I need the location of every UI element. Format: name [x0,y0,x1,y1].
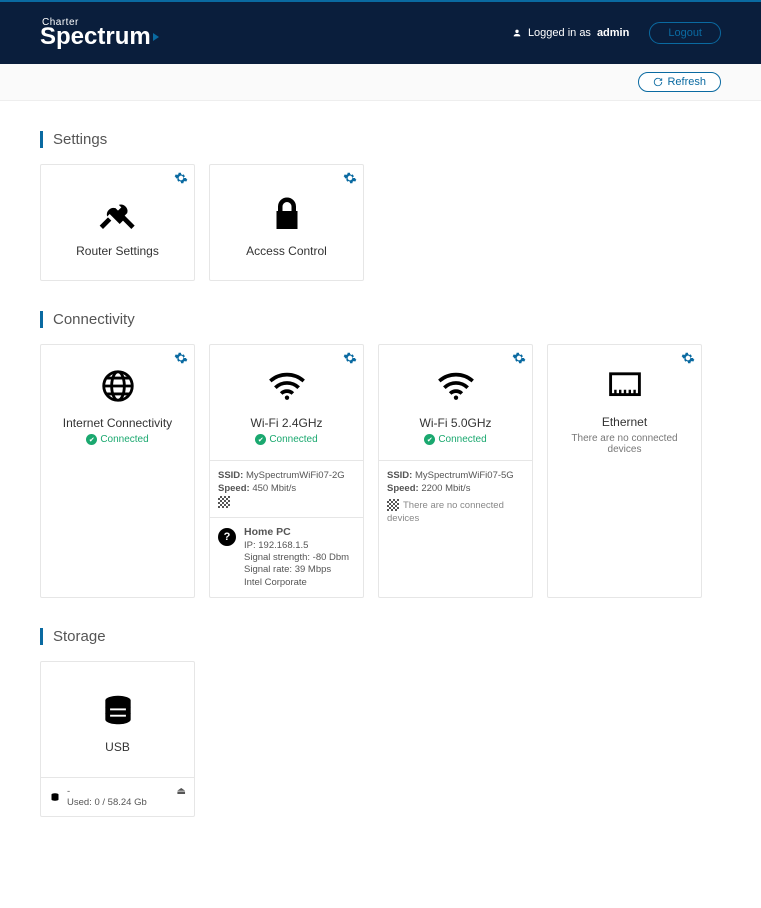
card-title: Ethernet [602,415,647,429]
device-info: Home PC IP: 192.168.1.5 Signal strength:… [244,526,349,589]
logo-bottom: Spectrum [40,27,159,47]
device-vendor: Intel Corporate [244,577,349,589]
speed-label: Speed: [387,483,419,494]
topbar: Charter Spectrum Logged in as admin Logo… [0,0,761,64]
eject-icon[interactable]: ⏏ [177,786,186,797]
speed-value: 2200 Mbit/s [421,483,470,494]
section-title-connectivity: Connectivity [40,311,721,328]
gear-icon[interactable] [343,351,357,365]
card-main: Ethernet There are no connected devices [548,345,701,469]
wifi24-details: SSID: MySpectrumWiFi07-2G Speed: 450 Mbi… [210,460,363,517]
settings-cards: Router Settings Access Control [40,164,721,281]
login-user: admin [597,27,629,39]
storage-cards: USB - Used: 0 / 58.24 Gb ⏏ [40,661,721,817]
status-badge: Connected [424,434,486,445]
content: Settings Router Settings [0,101,761,877]
unknown-device-icon: ? [218,528,236,546]
card-usb[interactable]: USB - Used: 0 / 58.24 Gb ⏏ [40,661,195,817]
topbar-right: Logged in as admin Logout [512,22,721,44]
card-title: Router Settings [76,244,159,258]
gear-icon[interactable] [512,351,526,365]
card-main: Wi-Fi 2.4GHz Connected [210,345,363,460]
qr-icon[interactable] [218,496,230,508]
ethernet-icon [605,365,645,405]
speed-value: 450 Mbit/s [252,483,296,494]
card-access-control[interactable]: Access Control [209,164,364,281]
gear-icon[interactable] [343,171,357,185]
ssid-label: SSID: [387,470,412,481]
speed-label: Speed: [218,483,250,494]
section-storage: Storage USB - Used: 0 / 58.24 Gb [40,628,721,817]
tools-icon [98,194,138,234]
section-settings: Settings Router Settings [40,131,721,281]
gear-icon[interactable] [174,351,188,365]
ssid-value: MySpectrumWiFi07-5G [415,470,514,481]
subbar: Refresh [0,64,761,101]
card-wifi-24[interactable]: Wi-Fi 2.4GHz Connected SSID: MySpectrumW… [209,344,364,598]
gear-icon[interactable] [681,351,695,365]
card-title: Wi-Fi 5.0GHz [420,416,492,430]
usb-name: - [67,786,147,797]
device-signal-strength: Signal strength: -80 Dbm [244,552,349,564]
card-main: Wi-Fi 5.0GHz Connected [379,345,532,460]
card-title: Access Control [246,244,327,258]
logo: Charter Spectrum [40,19,159,48]
login-info: Logged in as admin [512,27,629,39]
card-wifi-50[interactable]: Wi-Fi 5.0GHz Connected SSID: MySpectrumW… [378,344,533,598]
card-ethernet[interactable]: Ethernet There are no connected devices [547,344,702,598]
logo-triangle-icon [153,33,159,41]
usb-used: Used: 0 / 58.24 Gb [67,797,147,808]
card-title: Wi-Fi 2.4GHz [251,416,323,430]
qr-icon[interactable] [387,499,399,511]
no-devices-text: There are no connected devices [387,500,504,524]
refresh-button[interactable]: Refresh [638,72,721,92]
login-prefix: Logged in as [528,27,591,39]
globe-icon [99,366,137,406]
card-internet[interactable]: Internet Connectivity Connected [40,344,195,598]
card-main: Internet Connectivity Connected [41,345,194,460]
card-main: Access Control [210,165,363,280]
status-badge: Connected [255,434,317,445]
connectivity-cards: Internet Connectivity Connected Wi-Fi 2.… [40,344,721,598]
user-icon [512,28,522,38]
logout-button[interactable]: Logout [649,22,721,44]
device-signal-rate: Signal rate: 39 Mbps [244,564,349,576]
ssid-value: MySpectrumWiFi07-2G [246,470,345,481]
card-main: USB [41,662,194,777]
device-ip-label: IP: [244,540,256,551]
ssid-label: SSID: [218,470,243,481]
section-connectivity: Connectivity Internet Connectivity Conne… [40,311,721,598]
card-title: Internet Connectivity [63,416,172,430]
disk-icon [49,791,61,803]
no-devices-text: There are no connected devices [556,433,693,455]
wifi-icon [267,366,307,406]
gear-icon[interactable] [174,171,188,185]
device-item[interactable]: ? Home PC IP: 192.168.1.5 Signal strengt… [210,517,363,597]
status-badge: Connected [86,434,148,445]
refresh-icon [653,77,663,87]
refresh-label: Refresh [667,76,706,88]
device-name: Home PC [244,526,349,540]
section-title-settings: Settings [40,131,721,148]
device-ip: 192.168.1.5 [258,540,308,551]
lock-icon [269,194,305,234]
usb-info: - Used: 0 / 58.24 Gb [67,786,147,808]
section-title-storage: Storage [40,628,721,645]
usb-details: - Used: 0 / 58.24 Gb ⏏ [41,777,194,816]
card-main: Router Settings [41,165,194,280]
wifi50-details: SSID: MySpectrumWiFi07-5G Speed: 2200 Mb… [379,460,532,533]
card-title: USB [105,740,130,754]
card-router-settings[interactable]: Router Settings [40,164,195,281]
storage-icon [99,690,137,730]
wifi-icon [436,366,476,406]
